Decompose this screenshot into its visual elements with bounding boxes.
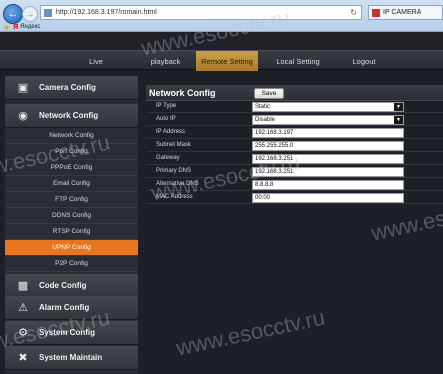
sidebar-label: System Maintain [39, 353, 103, 362]
back-button[interactable]: ← [3, 4, 23, 24]
network-icon: ◉ [18, 110, 28, 122]
tools-icon: ✖ [18, 352, 28, 364]
sidebar-sub-pppoe-config[interactable]: PPPoE Config [5, 160, 138, 176]
sidebar-label: Code Config [39, 281, 87, 290]
sidebar-sub-ddns-config[interactable]: DDNS Config [5, 208, 138, 224]
chevron-down-icon[interactable]: ▼ [394, 116, 403, 124]
input-value: 192.168.3.251 [255, 169, 294, 175]
sidebar-system-maintain[interactable]: ✖ System Maintain [5, 346, 138, 370]
input-value: 00:00 [255, 195, 271, 201]
camera-favicon-icon [372, 8, 380, 17]
mac-address-input[interactable]: 00:00 [252, 193, 404, 203]
sidebar-alarm-config[interactable]: ⚠ Alarm Config [5, 296, 138, 320]
field-label: IP Address [156, 129, 185, 135]
field-label: Alternative DNS [156, 181, 199, 187]
sidebar-sub-port-config[interactable]: Port Config [5, 144, 138, 160]
tab-title: IP CAMERA [383, 9, 422, 16]
sidebar-sub-network-config[interactable]: Network Config [5, 128, 138, 144]
nav-remote-setting[interactable]: Remote Setting [196, 51, 258, 71]
main-panel: Network Config Save IP Type Static ▼ Aut… [146, 85, 443, 374]
page-icon [44, 8, 52, 17]
sidebar-label: Alarm Config [39, 303, 90, 312]
sidebar-sub-p2p-config[interactable]: P2P Config [5, 256, 138, 272]
url-text: http://192.168.3.197/romain.html [56, 9, 157, 16]
sidebar-label: Camera Config [39, 83, 96, 92]
field-label: Gateway [156, 155, 180, 161]
input-value: 255.255.255.0 [255, 143, 294, 149]
camera-icon: ▣ [17, 82, 29, 94]
form-row-subnet-mask: Subnet Mask 255.255.255.0 [146, 140, 443, 152]
nav-local-setting[interactable]: Local Setting [266, 51, 330, 71]
sidebar-sub-rtsp-config[interactable]: RTSP Config [5, 224, 138, 240]
select-value: Disable [255, 117, 276, 123]
gear-icon: ⚙ [18, 327, 28, 339]
alarm-icon: ⚠ [18, 302, 28, 314]
gateway-input[interactable]: 192.168.3.251 [252, 154, 404, 164]
favorites-bar: ★ Я Яндекс [0, 22, 443, 32]
auto-ip-select[interactable]: Disable ▼ [252, 115, 404, 125]
save-button[interactable]: Save [254, 88, 284, 99]
sidebar-code-config[interactable]: ▩ Code Config [5, 274, 138, 298]
forward-button[interactable]: → [22, 6, 38, 22]
input-value: 8.8.8.8 [255, 182, 274, 188]
sidebar-system-config[interactable]: ⚙ System Config [5, 321, 138, 345]
refresh-icon[interactable]: ↻ [350, 8, 357, 17]
page-title: Network Config [149, 88, 216, 98]
sidebar: ▣ Camera Config ◉ Network Config Network… [5, 76, 138, 374]
panel-header: Network Config Save [146, 85, 443, 101]
select-value: Static [255, 104, 271, 110]
header-spacer [0, 32, 443, 50]
primary-dns-input[interactable]: 192.168.3.251 [252, 167, 404, 177]
star-icon[interactable]: ★ [3, 23, 10, 32]
yandex-logo-icon: Я [13, 23, 19, 31]
form-row-gateway: Gateway 192.168.3.251 [146, 153, 443, 165]
sidebar-network-config[interactable]: ◉ Network Config [5, 104, 138, 128]
film-icon: ▩ [17, 280, 29, 292]
nav-playback[interactable]: playback [138, 51, 193, 71]
browser-toolbar: ← → http://192.168.3.197/romain.html ↻ I… [0, 0, 443, 32]
browser-tab[interactable]: IP CAMERA [368, 5, 443, 20]
alternative-dns-input[interactable]: 8.8.8.8 [252, 180, 404, 190]
subnet-mask-input[interactable]: 255.255.255.0 [252, 141, 404, 151]
form-row-ip-address: IP Address 192.168.3.197 [146, 127, 443, 139]
ip-type-select[interactable]: Static ▼ [252, 102, 404, 112]
arrow-left-icon: ← [7, 8, 19, 20]
field-label: Subnet Mask [156, 142, 192, 148]
form-row-auto-ip: Auto IP Disable ▼ [146, 114, 443, 126]
bookmark-yandex[interactable]: Яндекс [20, 24, 40, 30]
sidebar-sub-ftp-config[interactable]: FTP Config [5, 192, 138, 208]
sidebar-sub-upnp-config[interactable]: UPNP Config [5, 240, 138, 256]
arrow-right-icon: → [25, 9, 35, 19]
address-bar[interactable]: http://192.168.3.197/romain.html ↻ [40, 5, 362, 20]
sidebar-camera-config[interactable]: ▣ Camera Config [5, 76, 138, 100]
form-row-mac-address: MAC Address 00:00 [146, 192, 443, 204]
field-label: MAC Address [156, 194, 193, 200]
sidebar-sub-email-config[interactable]: Email Config [5, 176, 138, 192]
form-row-alternative-dns: Alternative DNS 8.8.8.8 [146, 179, 443, 191]
sidebar-label: Network Config [39, 111, 99, 120]
input-value: 192.168.3.251 [255, 156, 294, 162]
form-row-primary-dns: Primary DNS 192.168.3.251 [146, 166, 443, 178]
nav-logout[interactable]: Logout [334, 51, 394, 71]
nav-live[interactable]: Live [60, 51, 132, 71]
form-row-ip-type: IP Type Static ▼ [146, 101, 443, 113]
field-label: Auto IP [156, 116, 176, 122]
field-label: IP Type [156, 103, 177, 109]
field-label: Primary DNS [156, 168, 192, 174]
top-navigation: Live playback Remote Setting Local Setti… [0, 50, 443, 71]
ip-address-input[interactable]: 192.168.3.197 [252, 128, 404, 138]
input-value: 192.168.3.197 [255, 130, 294, 136]
sidebar-label: System Config [39, 328, 96, 337]
chevron-down-icon[interactable]: ▼ [394, 103, 403, 111]
